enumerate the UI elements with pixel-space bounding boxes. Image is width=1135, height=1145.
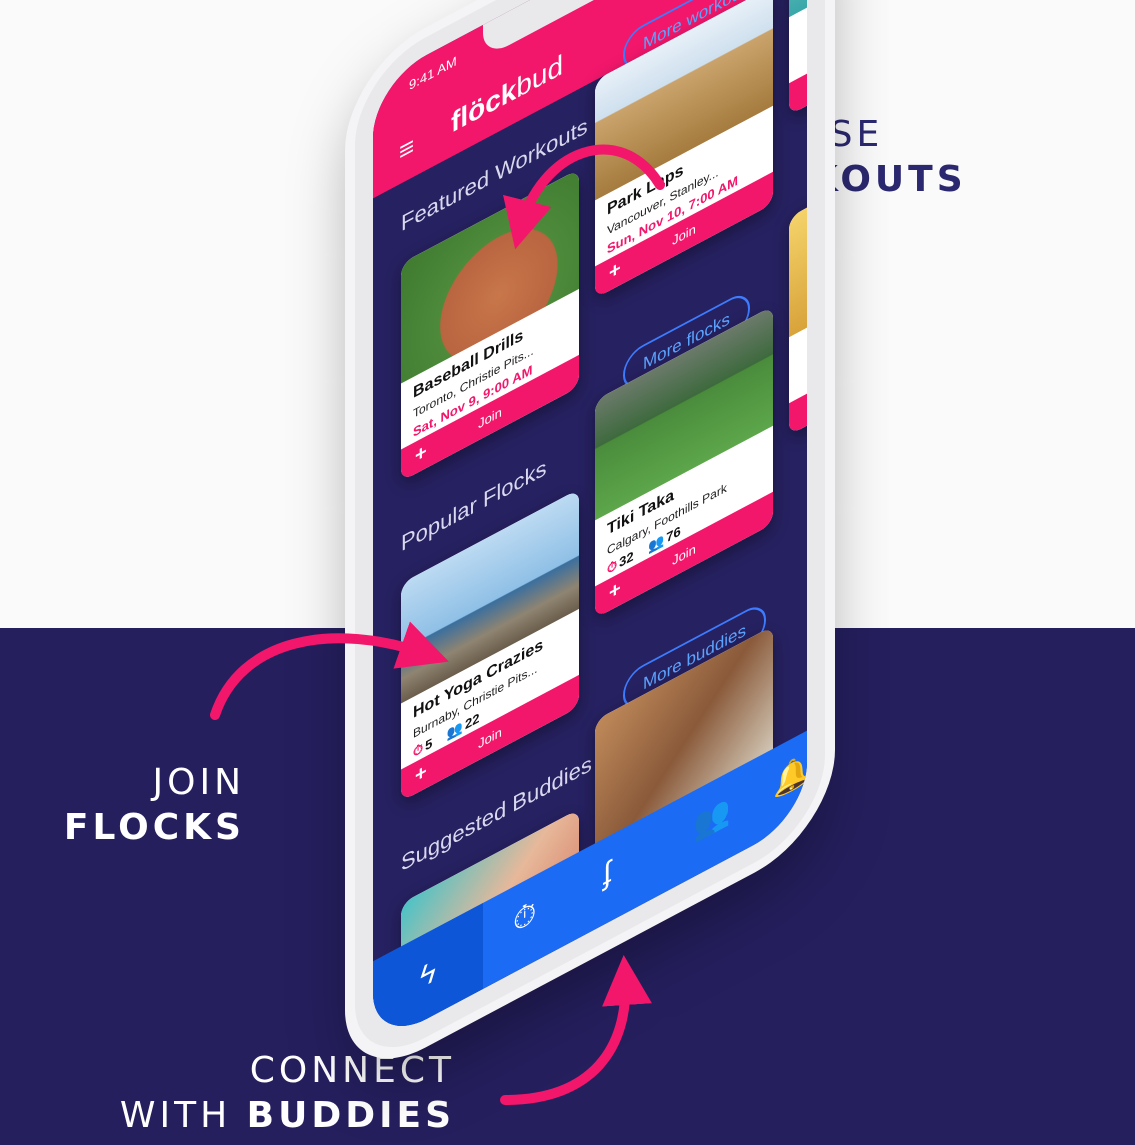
- phone-mockup: 9:41 AM ▂▄▆ ◠ ▭ ≡ flöckbud Featured Work…: [0, 0, 1135, 1145]
- callout-arrows: [210, 144, 665, 1105]
- arrow-browse: [503, 144, 665, 250]
- arrow-join: [210, 621, 449, 720]
- arrow-connect: [500, 955, 652, 1105]
